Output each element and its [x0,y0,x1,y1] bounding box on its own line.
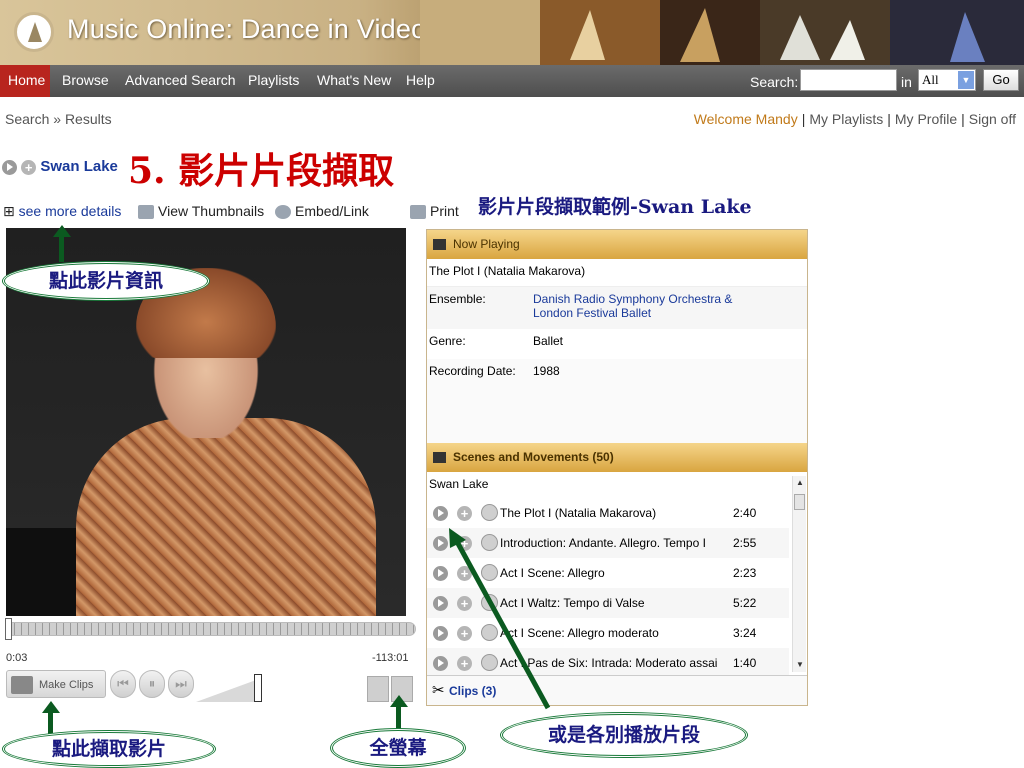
callout-play-segments: 或是各別播放片段 [500,712,748,758]
arrow-up-icon [42,701,60,713]
arrow-up-icon [390,695,408,707]
annotation-arrows [449,528,551,710]
arrow-stem [59,236,64,262]
callout-fullscreen: 全螢幕 [330,728,466,768]
callout-make-clip: 點此擷取影片 [2,730,216,768]
page: { "banner": { "title": "Music Online: Da… [0,0,1024,768]
arrow-up-icon [53,225,71,237]
callout-video-info: 點此影片資訊 [2,261,210,301]
